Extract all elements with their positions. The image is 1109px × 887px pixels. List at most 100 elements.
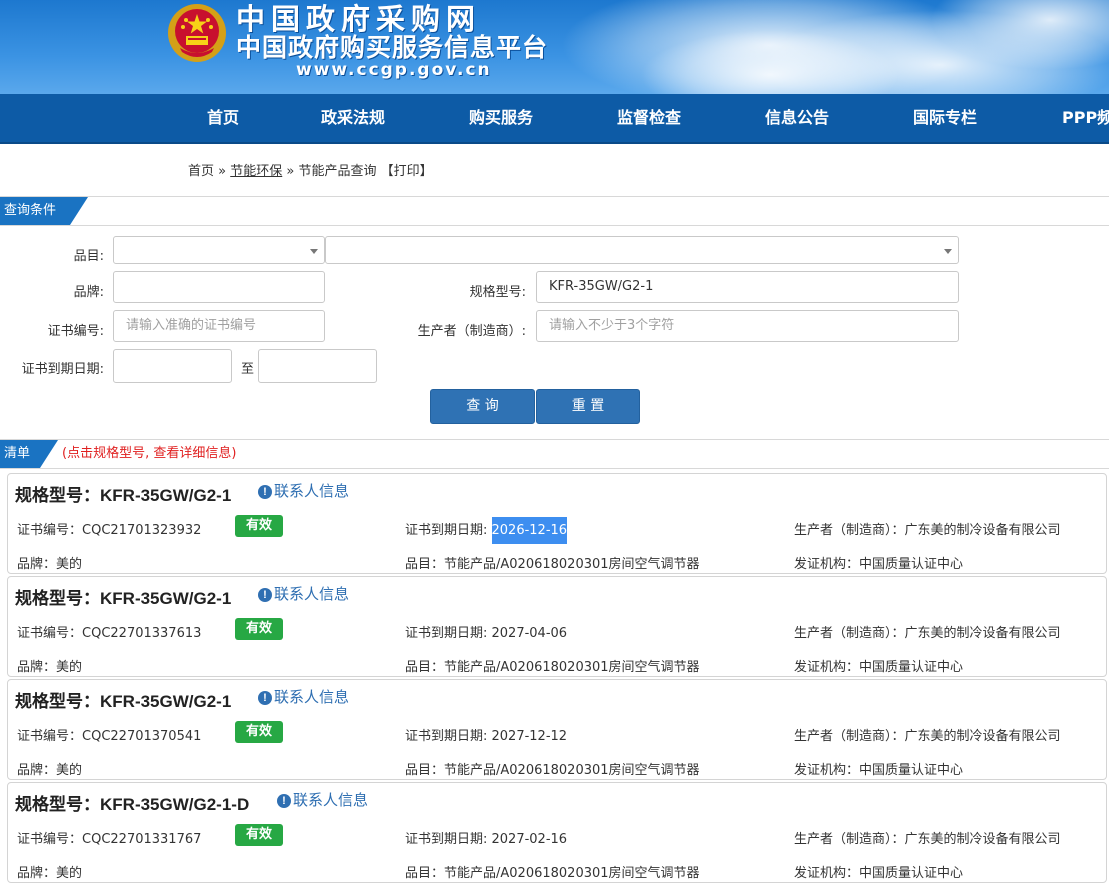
cert-no-text: CQC21701323932 <box>82 523 202 538</box>
brand-text: 美的 <box>56 866 83 881</box>
brand-input[interactable] <box>113 271 325 303</box>
contact-label-text: 联系人信息 <box>274 688 350 706</box>
info-icon: ! <box>258 691 272 705</box>
expiry-date-label: 证书到期日期: <box>21 362 104 377</box>
date-range-to-label: 至 <box>240 362 254 377</box>
nav-item-supervision[interactable]: 监督检查 <box>617 94 681 142</box>
expiry-text: 2027-04-06 <box>491 626 568 641</box>
maker-prefix-text: 生产者（制造商）： <box>794 523 905 538</box>
category-text: 节能产品/A020618020301房间空气调节器 <box>444 660 700 675</box>
model-prefix-text: 规格型号： <box>15 692 100 711</box>
category-text: 节能产品/A020618020301房间空气调节器 <box>444 557 700 572</box>
breadcrumb-current: 节能产品查询 <box>298 164 377 179</box>
contact-label-text: 联系人信息 <box>293 791 369 809</box>
product-category: 品目：节能产品/A020618020301房间空气调节器 <box>405 759 700 778</box>
cert-prefix-text: 证书编号： <box>17 523 83 538</box>
manufacturer: 生产者（制造商）：广东美的制冷设备有限公司 <box>794 622 1061 641</box>
expiry-prefix-text: 证书到期日期: <box>405 626 492 641</box>
nav-item-purchase-service[interactable]: 购买服务 <box>469 94 533 142</box>
cert-number: 证书编号：CQC22701337613 <box>17 622 201 641</box>
info-icon: ! <box>258 485 272 499</box>
model-text: KFR-35GW/G2-1-D <box>100 795 250 814</box>
nav-item-ppp[interactable]: PPP频 <box>1062 94 1109 142</box>
nav-item-international[interactable]: 国际专栏 <box>913 94 977 142</box>
maker-prefix-text: 生产者（制造商）： <box>794 626 905 641</box>
cert-number-input[interactable]: 请输入准确的证书编号 <box>113 310 325 342</box>
category-prefix-text: 品目： <box>405 660 445 675</box>
model-text: KFR-35GW/G2-1 <box>100 486 232 505</box>
cert-prefix-text: 证书编号： <box>17 729 83 744</box>
category-prefix-text: 品目： <box>405 866 445 881</box>
category-prefix-text: 品目： <box>405 557 445 572</box>
maker-input[interactable]: 请输入不少于3个字符 <box>536 310 959 342</box>
result-card: 规格型号：KFR-35GW/G2-1 ! 联系人信息 证书编号：CQC217013… <box>7 473 1107 574</box>
nav-item-regulations[interactable]: 政采法规 <box>321 94 385 142</box>
model-input[interactable]: KFR-35GW/G2-1 <box>536 271 959 303</box>
maker-prefix-text: 生产者（制造商）： <box>794 729 905 744</box>
maker-text: 广东美的制冷设备有限公司 <box>904 729 1061 744</box>
print-link[interactable]: 【打印】 <box>381 164 433 179</box>
search-button[interactable]: 查 询 <box>430 389 535 424</box>
contact-info-link[interactable]: ! 联系人信息 <box>277 789 368 810</box>
breadcrumb-home[interactable]: 首页 <box>188 164 214 179</box>
site-title: 中国政府采购网 <box>236 2 482 36</box>
category-text: 节能产品/A020618020301房间空气调节器 <box>444 866 700 881</box>
query-section-header: 查询条件 <box>0 196 1109 226</box>
issuer-prefix-text: 发证机构： <box>794 763 860 778</box>
contact-info-link[interactable]: ! 联系人信息 <box>258 686 349 707</box>
expiry-date-end-input[interactable] <box>258 349 377 383</box>
model-title[interactable]: 规格型号：KFR-35GW/G2-1-D <box>15 790 249 815</box>
selected-text-highlight: 2026-12-16 <box>491 517 568 544</box>
breadcrumb-category[interactable]: 节能环保 <box>230 164 282 179</box>
contact-label-text: 联系人信息 <box>274 585 350 603</box>
model-title[interactable]: 规格型号：KFR-35GW/G2-1 <box>15 584 231 609</box>
model-prefix-text: 规格型号： <box>15 589 100 608</box>
cert-number: 证书编号：CQC22701331767 <box>17 828 201 847</box>
national-emblem-icon <box>168 4 226 62</box>
status-badge: 有效 <box>235 515 283 537</box>
brand: 品牌：美的 <box>17 656 82 675</box>
expiry-date-start-input[interactable] <box>113 349 232 383</box>
breadcrumb: 首页 » 节能环保 » 节能产品查询 【打印】 <box>188 160 433 179</box>
category-select-secondary[interactable] <box>325 236 959 264</box>
list-hint: (点击规格型号, 查看详细信息) <box>62 446 237 461</box>
result-card: 规格型号：KFR-35GW/G2-1-D ! 联系人信息 证书编号：CQC2270… <box>7 782 1107 883</box>
expiry-prefix-text: 证书到期日期: <box>405 523 492 538</box>
cert-prefix-text: 证书编号： <box>17 832 83 847</box>
category-prefix-text: 品目： <box>405 763 445 778</box>
brand-prefix-text: 品牌： <box>17 866 57 881</box>
list-section-header: 清单 (点击规格型号, 查看详细信息) <box>0 439 1109 469</box>
category-select-primary[interactable] <box>113 236 325 264</box>
cert-number-label: 证书编号: <box>47 324 104 339</box>
brand: 品牌：美的 <box>17 862 82 881</box>
model-title[interactable]: 规格型号：KFR-35GW/G2-1 <box>15 687 231 712</box>
model-prefix-text: 规格型号： <box>15 795 100 814</box>
brand-text: 美的 <box>56 660 83 675</box>
status-badge: 有效 <box>235 618 283 640</box>
brand: 品牌：美的 <box>17 759 82 778</box>
site-banner: 中国政府采购网 中国政府购买服务信息平台 www.ccgp.gov.cn <box>0 0 1109 94</box>
breadcrumb-separator: » <box>214 164 231 179</box>
contact-info-link[interactable]: ! 联系人信息 <box>258 583 349 604</box>
brand-prefix-text: 品牌： <box>17 763 57 778</box>
nav-item-announcements[interactable]: 信息公告 <box>765 94 829 142</box>
issuer-text: 中国质量认证中心 <box>859 763 964 778</box>
manufacturer: 生产者（制造商）：广东美的制冷设备有限公司 <box>794 725 1061 744</box>
category-label: 品目: <box>73 249 104 264</box>
model-title[interactable]: 规格型号：KFR-35GW/G2-1 <box>15 481 231 506</box>
main-nav: 首页 政采法规 购买服务 监督检查 信息公告 国际专栏 PPP频 <box>0 94 1109 144</box>
expiry-date: 证书到期日期: 2027-12-12 <box>405 725 567 744</box>
nav-item-home[interactable]: 首页 <box>207 94 239 142</box>
issuer-text: 中国质量认证中心 <box>859 660 964 675</box>
expiry-text: 2027-02-16 <box>491 832 568 847</box>
contact-info-link[interactable]: ! 联系人信息 <box>258 480 349 501</box>
expiry-text: 2027-12-12 <box>491 729 568 744</box>
issuer-text: 中国质量认证中心 <box>859 866 964 881</box>
brand-text: 美的 <box>56 763 83 778</box>
info-icon: ! <box>258 588 272 602</box>
reset-button[interactable]: 重 置 <box>536 389 640 424</box>
brand-label: 品牌: <box>73 285 104 300</box>
issuer-prefix-text: 发证机构： <box>794 557 860 572</box>
category-text: 节能产品/A020618020301房间空气调节器 <box>444 763 700 778</box>
model-label: 规格型号: <box>469 285 526 300</box>
